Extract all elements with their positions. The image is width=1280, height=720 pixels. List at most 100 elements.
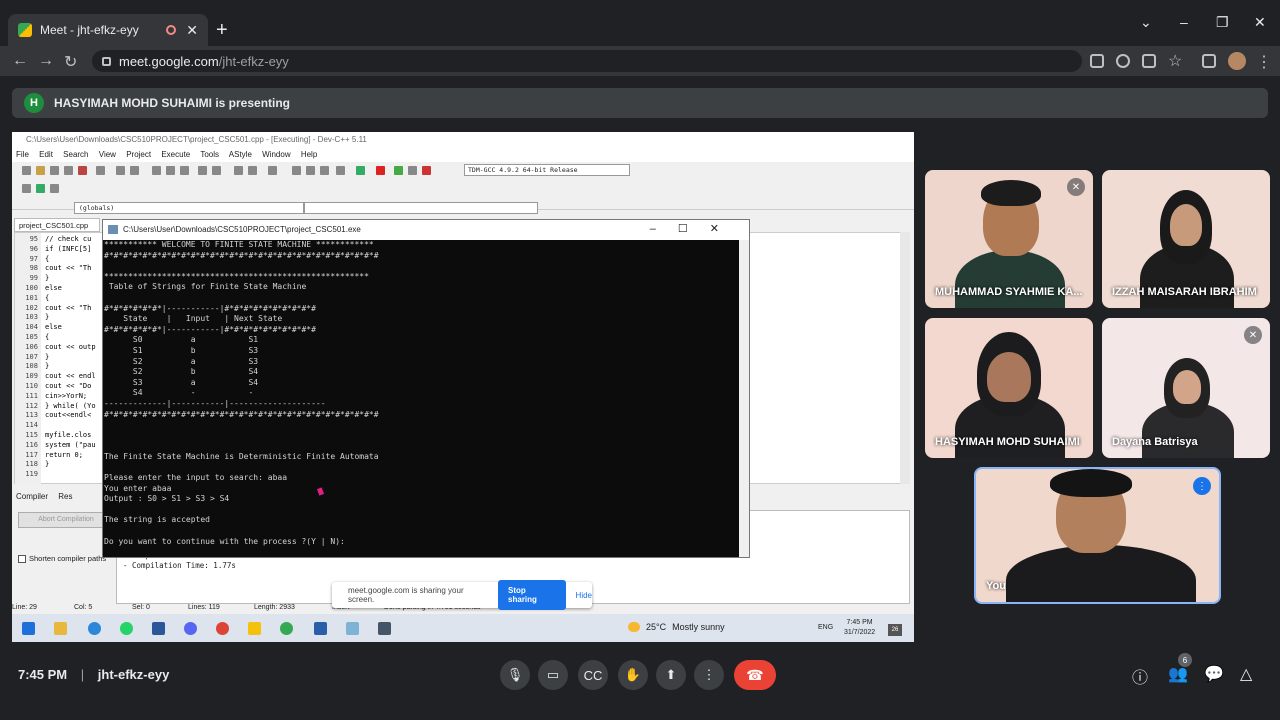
participant-tile-hasyimah[interactable]: HASYIMAH MOHD SUHAIMI	[925, 318, 1093, 458]
notepad-icon	[346, 622, 359, 635]
mic-off-icon: ✕	[1244, 326, 1262, 344]
console-title: C:\Users\User\Downloads\CSC510PROJECT\pr…	[103, 220, 749, 240]
new-tab-button[interactable]: +	[216, 20, 228, 40]
camera-permission-icon[interactable]	[1090, 54, 1104, 68]
microphone-icon: 🎙	[506, 667, 524, 682]
raise-hand-button[interactable]: ✋	[618, 660, 648, 690]
whatsapp-icon	[120, 622, 133, 635]
meeting-details-icon[interactable]: ⓘ	[1132, 664, 1148, 688]
menu-search: Search	[63, 150, 89, 159]
layout-icon-3	[320, 166, 329, 175]
side-panel-icon[interactable]	[1202, 54, 1216, 68]
participant-tile-dayana[interactable]: ✕ Dayana Batrisya	[1102, 318, 1270, 458]
toggle-icon	[50, 184, 59, 193]
participant-tile-you[interactable]: ⋮ You	[974, 467, 1221, 604]
layout-icon-1	[292, 166, 301, 175]
participant-tile-izzah[interactable]: IZZAH MAISARAH IBRAHIM	[1102, 170, 1270, 308]
maximize-button[interactable]: ❐	[1216, 14, 1229, 31]
chat-icon[interactable]: 💬	[1204, 664, 1224, 684]
notification-badge: 26	[888, 624, 902, 636]
stop-sharing-button[interactable]: Stop sharing	[498, 580, 566, 610]
hide-popup-button[interactable]: Hide	[576, 591, 592, 600]
captions-button[interactable]: CC	[578, 660, 608, 690]
console-window-controls: –☐✕	[649, 223, 741, 235]
devcpp-taskbar-icon	[314, 622, 327, 635]
console-scrollbar	[739, 240, 749, 557]
console-app-icon	[108, 225, 118, 234]
windows-start-icon	[22, 622, 35, 635]
participant-name: HASYIMAH MOHD SUHAIMI	[935, 436, 1080, 448]
participant-body	[1006, 545, 1196, 602]
sticky-notes-icon	[248, 622, 261, 635]
save-icon	[50, 166, 59, 175]
status-sel: Sel: 0	[132, 604, 150, 611]
print-icon	[96, 166, 105, 175]
participant-face	[987, 352, 1031, 402]
taskbar-date: 31/7/2022	[844, 629, 876, 636]
zoom-icon[interactable]	[1116, 54, 1130, 68]
function-select	[304, 202, 538, 214]
share-icon[interactable]	[1142, 54, 1156, 68]
forward-arrow-icon[interactable]: →	[38, 52, 54, 70]
more-menu-icon[interactable]: ⋮	[1256, 52, 1272, 72]
url-input[interactable]: meet.google.com /jht-efkz-eyy	[92, 50, 1082, 72]
console-window: C:\Users\User\Downloads\CSC510PROJECT\pr…	[102, 219, 750, 558]
more-options-button[interactable]: ⋮	[694, 660, 724, 690]
present-button[interactable]: ⬆	[656, 660, 686, 690]
console-taskbar-icon	[378, 622, 391, 635]
bottom-tabs: Compiler Res	[16, 492, 72, 501]
microphone-button[interactable]: 🎙	[500, 660, 530, 690]
devcpp-title: C:\Users\User\Downloads\CSC510PROJECT\pr…	[12, 132, 914, 148]
menu-help: Help	[300, 150, 318, 159]
toggle-bookmark-icon	[268, 166, 277, 175]
resources-tab: Res	[58, 492, 73, 501]
end-call-button[interactable]: ☎	[734, 660, 776, 690]
activities-icon[interactable]: △	[1240, 664, 1252, 684]
class-browser-icon	[22, 184, 31, 193]
chrome-profile-icon	[280, 622, 293, 635]
file-explorer-icon	[54, 622, 67, 635]
profile-avatar[interactable]	[1228, 52, 1246, 70]
status-length: Length: 2933	[254, 604, 295, 611]
insert-icon	[36, 184, 45, 193]
tab-search-button[interactable]: ⌄	[1140, 14, 1152, 31]
participant-count-badge: 6	[1178, 653, 1192, 667]
participant-tile-syahmie[interactable]: ✕ MUHAMMAD SYAHMIE KA...	[925, 170, 1093, 308]
window-close-button[interactable]: ✕	[1254, 14, 1266, 31]
new-file-icon	[22, 166, 31, 175]
meeting-separator: |	[80, 667, 85, 682]
bookmark-star-icon[interactable]: ☆	[1168, 51, 1182, 71]
presenting-banner: H HASYIMAH MOHD SUHAIMI is presenting	[12, 88, 1268, 118]
screen-share-popup: meet.google.com is sharing your screen. …	[332, 580, 592, 610]
people-icon[interactable]: 👥	[1168, 664, 1188, 684]
replace-icon	[166, 166, 175, 175]
console-title-text: C:\Users\User\Downloads\CSC510PROJECT\pr…	[123, 225, 361, 234]
back-nav-icon	[234, 166, 243, 175]
participant-hair	[981, 180, 1041, 206]
back-arrow-icon[interactable]: ←	[12, 52, 28, 70]
url-host: meet.google.com	[119, 53, 219, 69]
minimize-button[interactable]: –	[1180, 14, 1188, 30]
presenter-avatar: H	[24, 93, 44, 113]
camera-button[interactable]: ▭	[538, 660, 568, 690]
shorten-paths-checkbox: Shorten compiler paths	[18, 554, 106, 563]
layout-icon-2	[306, 166, 315, 175]
save-all-icon	[64, 166, 73, 175]
menu-project: Project	[126, 150, 152, 159]
reload-icon[interactable]: ↻	[64, 52, 77, 72]
undo-icon	[116, 166, 125, 175]
editor-scrollbar	[900, 232, 910, 484]
debug-icon	[422, 166, 431, 175]
code-text: // check cu if (INFC[5] { cout << "Th } …	[45, 235, 96, 469]
weather-icon	[628, 622, 640, 632]
windows-taskbar	[12, 614, 914, 642]
participant-body	[955, 250, 1065, 308]
devcpp-menubar: File Edit Search View Project Execute To…	[12, 148, 914, 162]
browser-tab-meet[interactable]: Meet - jht-efkz-eyy ✕	[8, 14, 208, 46]
participant-name: MUHAMMAD SYAHMIE KA...	[935, 286, 1083, 298]
menu-tools: Tools	[200, 150, 219, 159]
tab-close-button[interactable]: ✕	[186, 22, 198, 39]
compiler-tab: Compiler	[16, 492, 49, 501]
close-file-icon	[78, 166, 87, 175]
meeting-code: jht-efkz-eyy	[97, 667, 170, 682]
